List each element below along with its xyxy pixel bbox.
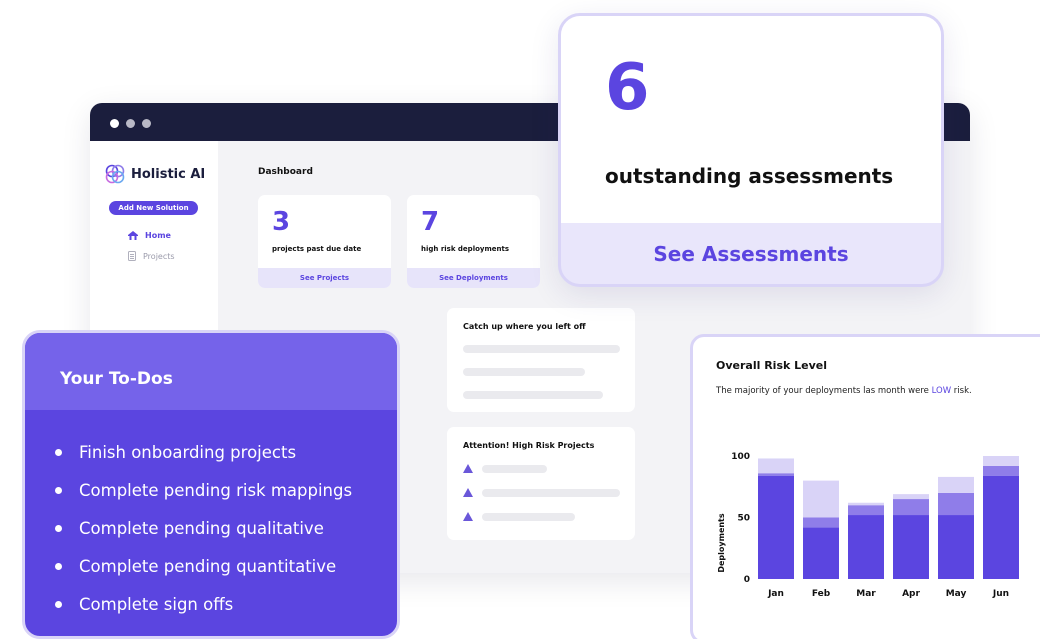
x-tick-label: Apr [902, 589, 920, 599]
catch-up-title: Catch up where you left off [463, 322, 586, 331]
warning-icon [463, 488, 473, 497]
y-tick-label: 50 [737, 514, 750, 524]
todo-item[interactable]: Complete pending qualitative [55, 509, 352, 547]
bar-segment-2 [848, 505, 884, 516]
bar-segment-1 [758, 475, 794, 579]
window-dot-close[interactable] [110, 119, 119, 128]
skeleton-line [482, 489, 620, 497]
document-icon [128, 251, 136, 261]
past-due-label: projects past due date [272, 245, 362, 253]
bullet-icon [55, 486, 62, 494]
bar-segment-3 [803, 480, 839, 518]
high-risk-count: 7 [421, 207, 440, 237]
skeleton-line [463, 368, 585, 376]
todo-item[interactable]: Finish onboarding projects [55, 433, 352, 471]
sidebar-item-projects[interactable]: Projects [128, 251, 175, 261]
past-due-count: 3 [272, 207, 291, 237]
bar-segment-3 [758, 458, 794, 474]
sidebar-item-label: Home [145, 231, 171, 240]
x-tick-label: Jun [992, 589, 1009, 599]
y-axis-label: Deployments [717, 513, 726, 573]
x-tick-label: Feb [812, 589, 831, 599]
bar-segment-3 [938, 476, 974, 493]
skeleton-line [463, 391, 603, 399]
past-due-card: 3 projects past due date See Projects [258, 195, 391, 288]
sidebar-item-label: Projects [143, 251, 175, 261]
bar-segment-2 [938, 492, 974, 516]
todo-item-label: Complete pending qualitative [79, 518, 324, 538]
todo-item[interactable]: Complete pending quantitative [55, 547, 352, 585]
bullet-icon [55, 562, 62, 570]
high-risk-label: high risk deployments [421, 245, 510, 253]
bar-segment-2 [758, 473, 794, 476]
todo-item-label: Complete sign offs [79, 594, 234, 614]
bullet-icon [55, 448, 62, 456]
bar-segment-1 [983, 475, 1019, 579]
home-icon [128, 231, 138, 240]
todo-item[interactable]: Complete pending risk mappings [55, 471, 352, 509]
page-title: Dashboard [258, 167, 313, 177]
bar-segment-3 [848, 502, 884, 506]
attention-panel: Attention! High Risk Projects [447, 427, 635, 540]
sidebar-item-home[interactable]: Home [128, 231, 171, 240]
bullet-icon [55, 600, 62, 608]
window-dot-maximize[interactable] [142, 119, 151, 128]
warning-icon [463, 512, 473, 521]
todo-title: Your To-Dos [60, 369, 173, 389]
assessments-count: 6 [605, 51, 650, 125]
skeleton-line [482, 465, 547, 473]
catch-up-panel: Catch up where you left off [447, 308, 635, 412]
bar-segment-3 [893, 494, 929, 500]
see-deployments-link[interactable]: See Deployments [407, 268, 540, 288]
bar-segment-1 [848, 515, 884, 579]
skeleton-line [463, 345, 620, 353]
bar-segment-1 [803, 527, 839, 579]
y-tick-label: 100 [731, 452, 750, 462]
bar-segment-3 [983, 456, 1019, 466]
skeleton-line [482, 513, 575, 521]
add-new-solution-button[interactable]: Add New Solution [109, 201, 198, 215]
todo-header: Your To-Dos [25, 333, 397, 410]
y-tick-label: 0 [744, 575, 750, 585]
bar-segment-2 [983, 465, 1019, 476]
bar-segment-2 [803, 517, 839, 528]
window-dot-minimize[interactable] [126, 119, 135, 128]
x-tick-label: Mar [856, 589, 876, 599]
attention-title: Attention! High Risk Projects [463, 441, 595, 450]
x-tick-label: May [946, 589, 967, 599]
logo-text: Holistic AI [131, 166, 206, 182]
high-risk-card: 7 high risk deployments See Deployments [407, 195, 540, 288]
todo-item-label: Complete pending quantitative [79, 556, 337, 576]
assessments-label: outstanding assessments [605, 164, 894, 188]
todo-list: Finish onboarding projects Complete pend… [55, 433, 352, 623]
logo[interactable]: Holistic AI [104, 163, 205, 185]
warning-icon [463, 464, 473, 473]
todo-item[interactable]: Complete sign offs [55, 585, 352, 623]
bar-segment-2 [893, 499, 929, 516]
x-tick-label: Jan [767, 589, 784, 599]
assessments-summary: 6 outstanding assessments [561, 16, 941, 223]
bar-segment-1 [938, 515, 974, 579]
bar-segment-1 [893, 515, 929, 579]
todo-card: Your To-Dos Finish onboarding projects C… [22, 330, 400, 639]
bullet-icon [55, 524, 62, 532]
see-assessments-link[interactable]: See Assessments [561, 223, 941, 284]
outstanding-assessments-card: 6 outstanding assessments See Assessment… [558, 13, 944, 287]
todo-item-label: Complete pending risk mappings [79, 480, 353, 500]
risk-bar-chart: Deployments 0 50 100 Jan Feb Mar Apr May Jun [717, 452, 1019, 599]
see-projects-link[interactable]: See Projects [258, 268, 391, 288]
todo-item-label: Finish onboarding projects [79, 442, 297, 462]
risk-level-card: Overall Risk Level The majority of your … [690, 334, 1040, 639]
holistic-logo-icon [105, 164, 125, 184]
